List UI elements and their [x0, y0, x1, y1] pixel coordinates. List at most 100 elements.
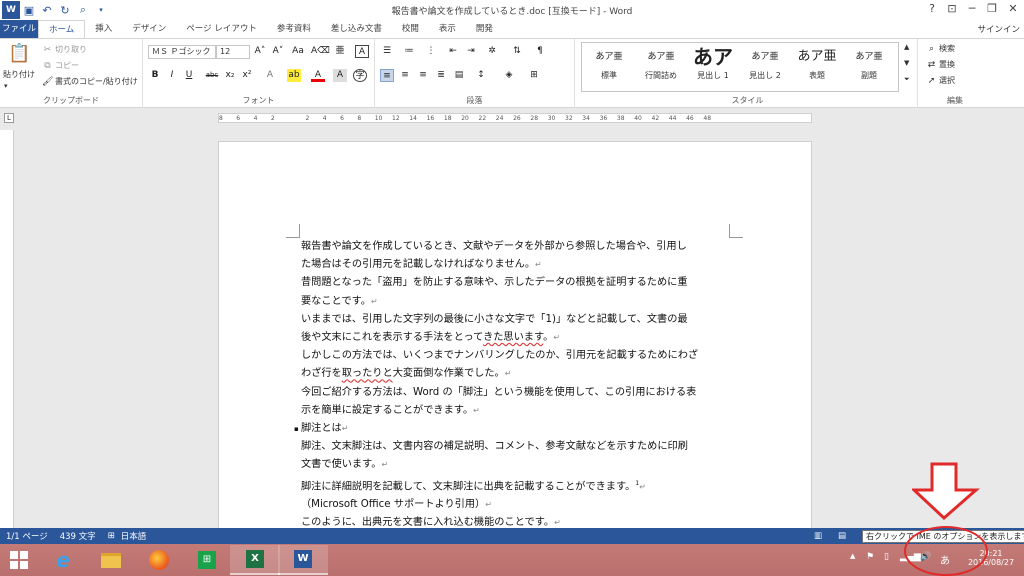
show-hidden-icons[interactable]: ▲	[850, 552, 855, 560]
document-line[interactable]: ▪ 脚注とは↵	[294, 420, 731, 438]
character-border-icon[interactable]: A	[355, 45, 369, 58]
paste-button[interactable]: 貼り付け	[3, 69, 35, 80]
print-layout-icon[interactable]: ▤	[838, 531, 846, 541]
borders-icon[interactable]: ⊞	[527, 69, 541, 82]
replace-button[interactable]: ⇄ 置換	[926, 59, 955, 70]
phonetic-guide-icon[interactable]: 亜	[333, 45, 347, 58]
tab-review[interactable]: 校閲	[392, 20, 429, 38]
italic-icon[interactable]: I	[165, 69, 179, 82]
highlight-color-icon[interactable]: ab	[287, 69, 301, 82]
start-button[interactable]	[0, 545, 38, 575]
character-shading-icon[interactable]: A	[333, 69, 347, 82]
font-color-icon[interactable]: A	[311, 69, 325, 82]
tab-view[interactable]: 表示	[429, 20, 466, 38]
paste-dropdown-icon[interactable]: ▾	[4, 82, 8, 90]
format-painter-button[interactable]: 🖌 書式のコピー/貼り付け	[42, 76, 138, 87]
align-center-icon[interactable]: ≡	[398, 69, 412, 82]
taskbar-firefox[interactable]	[134, 545, 184, 575]
restore-button[interactable]: ❐	[982, 2, 1002, 18]
enclose-characters-icon[interactable]: 字	[353, 69, 367, 82]
read-mode-icon[interactable]: ▥	[814, 531, 822, 541]
ruler-bar[interactable]: 8 6 4 2 2 4 6 8 10 12 14 16 18 20 22 24 26 28 30 32 34 36 38 40…	[218, 113, 812, 123]
styles-more-icon[interactable]: ⏷	[904, 75, 910, 84]
document-line[interactable]: 脚注、文末脚注は、文書内容の補足説明、コメント、参考文献などを示すために印刷	[301, 438, 731, 456]
tab-page-layout[interactable]: ページ レイアウト	[176, 20, 267, 38]
bold-icon[interactable]: B	[148, 69, 162, 82]
proofing-icon[interactable]: ⊞	[108, 531, 115, 541]
style-title[interactable]: あア亜 表題	[792, 44, 842, 90]
ribbon-display-options-button[interactable]: ⊡	[942, 2, 962, 18]
superscript-icon[interactable]: x²	[240, 69, 254, 82]
styles-scroll-up-icon[interactable]: ▲	[904, 43, 909, 51]
tab-developer[interactable]: 開発	[466, 20, 503, 38]
taskbar-store[interactable]: ⊞	[182, 545, 232, 575]
taskbar-file-explorer[interactable]	[86, 545, 136, 575]
tab-design[interactable]: デザイン	[122, 20, 176, 38]
align-right-icon[interactable]: ≡	[416, 69, 430, 82]
close-button[interactable]: ✕	[1003, 2, 1023, 18]
page-count[interactable]: 1/1 ページ	[6, 530, 48, 542]
align-left-icon[interactable]: ≡	[380, 69, 394, 82]
taskbar-word[interactable]: W	[278, 545, 328, 575]
document-line[interactable]: 報告書や論文を作成しているとき、文献やデータを外部から参照した場合や、引用し	[301, 238, 731, 256]
text-effects-icon[interactable]: A	[263, 69, 277, 82]
cut-button[interactable]: ✂ 切り取り	[42, 44, 87, 55]
language-indicator[interactable]: 日本語	[121, 530, 147, 542]
bullets-icon[interactable]: ☰	[380, 45, 394, 58]
document-line[interactable]: しかしこの方法では、いくつまでナンバリングしたのか、引用元を記載するためにわざ	[301, 347, 731, 365]
tab-references[interactable]: 参考資料	[267, 20, 321, 38]
shading-icon[interactable]: ◈	[502, 69, 516, 82]
document-line[interactable]: た場合はその引用元を記載しなければなりません。↵	[301, 256, 731, 274]
grow-font-icon[interactable]: A˄	[253, 45, 267, 58]
vertical-ruler[interactable]	[0, 130, 14, 528]
style-heading-2[interactable]: あア亜 見出し 2	[740, 44, 790, 90]
paste-icon[interactable]: 📋	[8, 43, 30, 64]
justify-icon[interactable]: ≣	[434, 69, 448, 82]
tab-selector-icon[interactable]: L	[4, 113, 14, 123]
taskbar-internet-explorer[interactable]: e	[38, 545, 88, 575]
document-line[interactable]: 要なことです。↵	[301, 293, 731, 311]
increase-indent-icon[interactable]: ⇥	[464, 45, 478, 58]
strikethrough-icon[interactable]: abc	[205, 69, 219, 82]
document-line[interactable]: 昔問題となった「盗用」を防止する意味や、示したデータの根拠を証明するために重	[301, 274, 731, 292]
multilevel-list-icon[interactable]: ⋮	[424, 45, 438, 58]
subscript-icon[interactable]: x₂	[223, 69, 237, 82]
minimize-button[interactable]: ─	[962, 2, 982, 18]
change-case-icon[interactable]: Aa	[291, 45, 305, 58]
style-normal[interactable]: あア亜 標準	[584, 44, 634, 90]
sort-icon[interactable]: ⇅	[510, 45, 524, 58]
document-line[interactable]: いままでは、引用した文字列の最後に小さな文字で「1)」などと記載して、文書の最	[301, 311, 731, 329]
action-center-icon[interactable]: ⚑	[866, 552, 874, 562]
taskbar-excel[interactable]: X	[230, 545, 280, 575]
show-marks-icon[interactable]: ¶	[533, 45, 547, 58]
line-spacing-icon[interactable]: ↕	[474, 69, 488, 82]
document-line[interactable]: 今回ご紹介する方法は、Word の「脚注」という機能を使用して、この引用における…	[301, 384, 731, 402]
find-button[interactable]: ⌕ 検索	[926, 43, 955, 54]
decrease-indent-icon[interactable]: ⇤	[446, 45, 460, 58]
style-no-spacing[interactable]: あア亜 行間詰め	[636, 44, 686, 90]
numbering-icon[interactable]: ≔	[402, 45, 416, 58]
power-icon[interactable]: ▯	[884, 552, 889, 562]
style-subtitle[interactable]: あア亜 副題	[844, 44, 894, 90]
word-count[interactable]: 439 文字	[60, 530, 96, 542]
font-name-combo[interactable]: ＭＳ Ｐゴシック	[148, 45, 216, 59]
font-size-combo[interactable]: 12	[216, 45, 250, 59]
clear-formatting-icon[interactable]: A⌫	[311, 45, 330, 58]
copy-button[interactable]: ⧉ コピー	[42, 60, 79, 71]
distributed-align-icon[interactable]: ▤	[452, 69, 466, 82]
tab-file[interactable]: ファイル	[0, 20, 38, 38]
document-line[interactable]: （Microsoft Office サポートより引用）↵	[301, 496, 731, 514]
select-button[interactable]: ➚ 選択	[926, 75, 955, 86]
sign-in-link[interactable]: サインイン	[977, 23, 1020, 35]
tab-insert[interactable]: 挿入	[85, 20, 122, 38]
styles-scroll-down-icon[interactable]: ▼	[904, 59, 909, 67]
document-line[interactable]: わざ行を取ったりと大変面倒な作業でした。↵	[301, 365, 731, 383]
underline-icon[interactable]: U	[182, 69, 196, 82]
document-body[interactable]: 報告書や論文を作成しているとき、文献やデータを外部から参照した場合や、引用し た場…	[294, 238, 731, 533]
distributed-icon[interactable]: ✲	[485, 45, 499, 58]
document-line[interactable]: 後や文末にこれを表示する手法をとってきた思います。↵	[301, 329, 731, 347]
document-line[interactable]: 脚注に詳細説明を記載して、文末脚注に出典を記載することができます。1↵	[301, 475, 731, 497]
document-line[interactable]: 文書で使います。↵	[301, 456, 731, 474]
tab-home[interactable]: ホーム	[38, 20, 86, 38]
shrink-font-icon[interactable]: A˅	[271, 45, 285, 58]
